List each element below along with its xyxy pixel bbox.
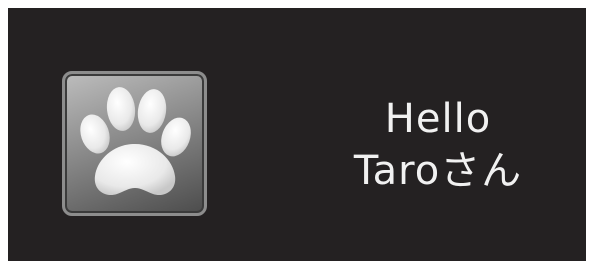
greeting-line-name: Taroさん [353, 148, 523, 194]
paw-main-pad [94, 144, 176, 196]
paw-icon [80, 87, 191, 196]
display-screen: Hello Taroさん [8, 8, 586, 261]
paw-toe-inner-right [137, 89, 167, 133]
paw-toe-inner-left [106, 87, 136, 131]
greeting-text: Hello Taroさん [318, 93, 558, 197]
profile-icon-tile[interactable] [62, 71, 207, 216]
greeting-line-hello: Hello [384, 96, 492, 142]
